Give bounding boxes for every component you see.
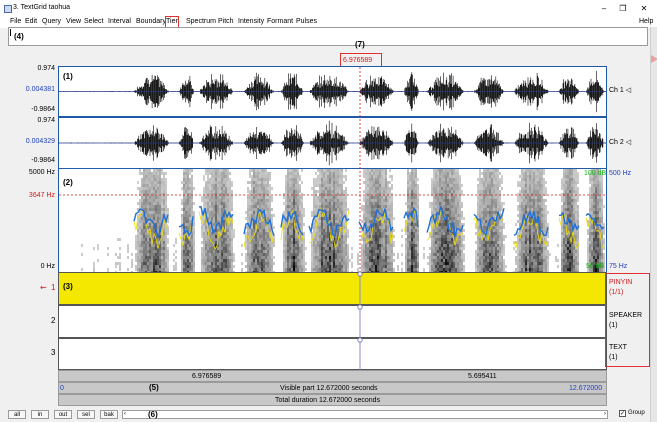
visible-end: 12.672000 [569,385,603,392]
annotation-6: (6) [148,410,158,419]
zoom-back-button[interactable]: bak [100,410,118,419]
visible-start: 0 [60,385,64,392]
zoom-out-button[interactable]: out [54,410,72,419]
left-duration: 6.976589 [192,373,222,380]
total-duration-bar[interactable]: Total duration 12.672000 seconds [58,394,607,406]
cursor-overlay [59,67,606,370]
scroll-left-icon[interactable]: ‹ [124,411,126,417]
interval-duration-bar[interactable]: 6.976589 5.695411 [58,370,607,382]
horizontal-scrollbar[interactable]: ‹ › [122,410,608,419]
visible-part-label: Visible part 12.672000 seconds [280,385,378,392]
visible-part-bar[interactable]: 0 Visible part 12.672000 seconds 12.6720… [58,382,607,394]
zoom-selection-button[interactable]: sel [77,410,95,419]
group-checkbox[interactable]: ✓ [619,410,626,417]
right-duration: 5.695411 [468,373,497,380]
annotation-5: (5) [149,383,159,392]
zoom-all-button[interactable]: all [8,410,26,419]
boundary-handle-2 [357,304,363,310]
total-duration-label: Total duration 12.672000 seconds [275,397,381,404]
boundary-handle-1 [357,271,363,277]
group-label: Group [628,410,645,416]
zoom-in-button[interactable]: in [31,410,49,419]
scroll-right-icon[interactable]: › [604,411,606,417]
boundary-handle-3 [357,337,363,343]
